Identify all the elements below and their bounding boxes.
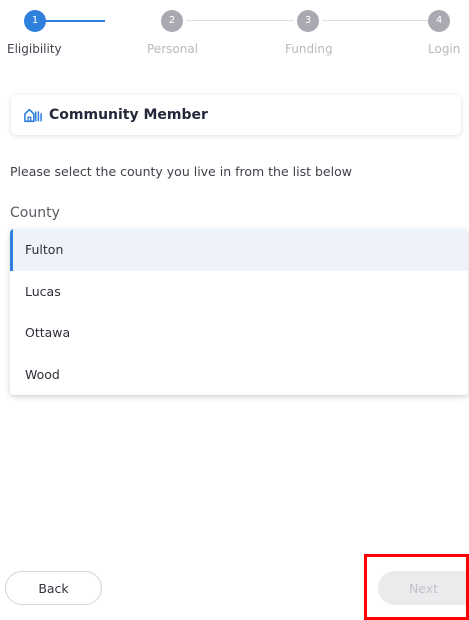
step-1-number: 1 <box>31 15 39 26</box>
step-connector <box>186 20 294 21</box>
step-connector <box>322 20 432 21</box>
step-3-indicator: 3 <box>297 10 319 32</box>
step-1-indicator: 1 <box>24 10 46 32</box>
step-2-indicator: 2 <box>161 10 183 32</box>
back-button[interactable]: Back <box>5 571 102 605</box>
step-2-number: 2 <box>168 15 176 26</box>
step-3-label: Funding <box>285 42 333 56</box>
county-dropdown-list: Fulton Lucas Ottawa Wood <box>10 229 468 395</box>
county-option-lucas[interactable]: Lucas <box>10 271 468 313</box>
step-1-label: Eligibility <box>7 42 62 56</box>
county-option-wood[interactable]: Wood <box>10 354 468 396</box>
county-option-fulton[interactable]: Fulton <box>10 229 468 271</box>
county-instructions: Please select the county you live in fro… <box>10 164 352 179</box>
step-4-indicator: 4 <box>428 10 450 32</box>
next-button-highlight <box>364 554 469 620</box>
community-houses-icon <box>24 106 42 124</box>
progress-stepper: 1 2 3 4 Eligibility Personal Funding Log… <box>0 0 469 60</box>
step-4-label: Login <box>428 42 461 56</box>
member-type-title: Community Member <box>49 107 208 123</box>
step-4-number: 4 <box>435 15 443 26</box>
county-field-label: County <box>10 205 60 221</box>
step-2-label: Personal <box>147 42 199 56</box>
county-option-ottawa[interactable]: Ottawa <box>10 312 468 354</box>
community-member-card: Community Member <box>11 95 461 135</box>
step-3-number: 3 <box>304 15 312 26</box>
